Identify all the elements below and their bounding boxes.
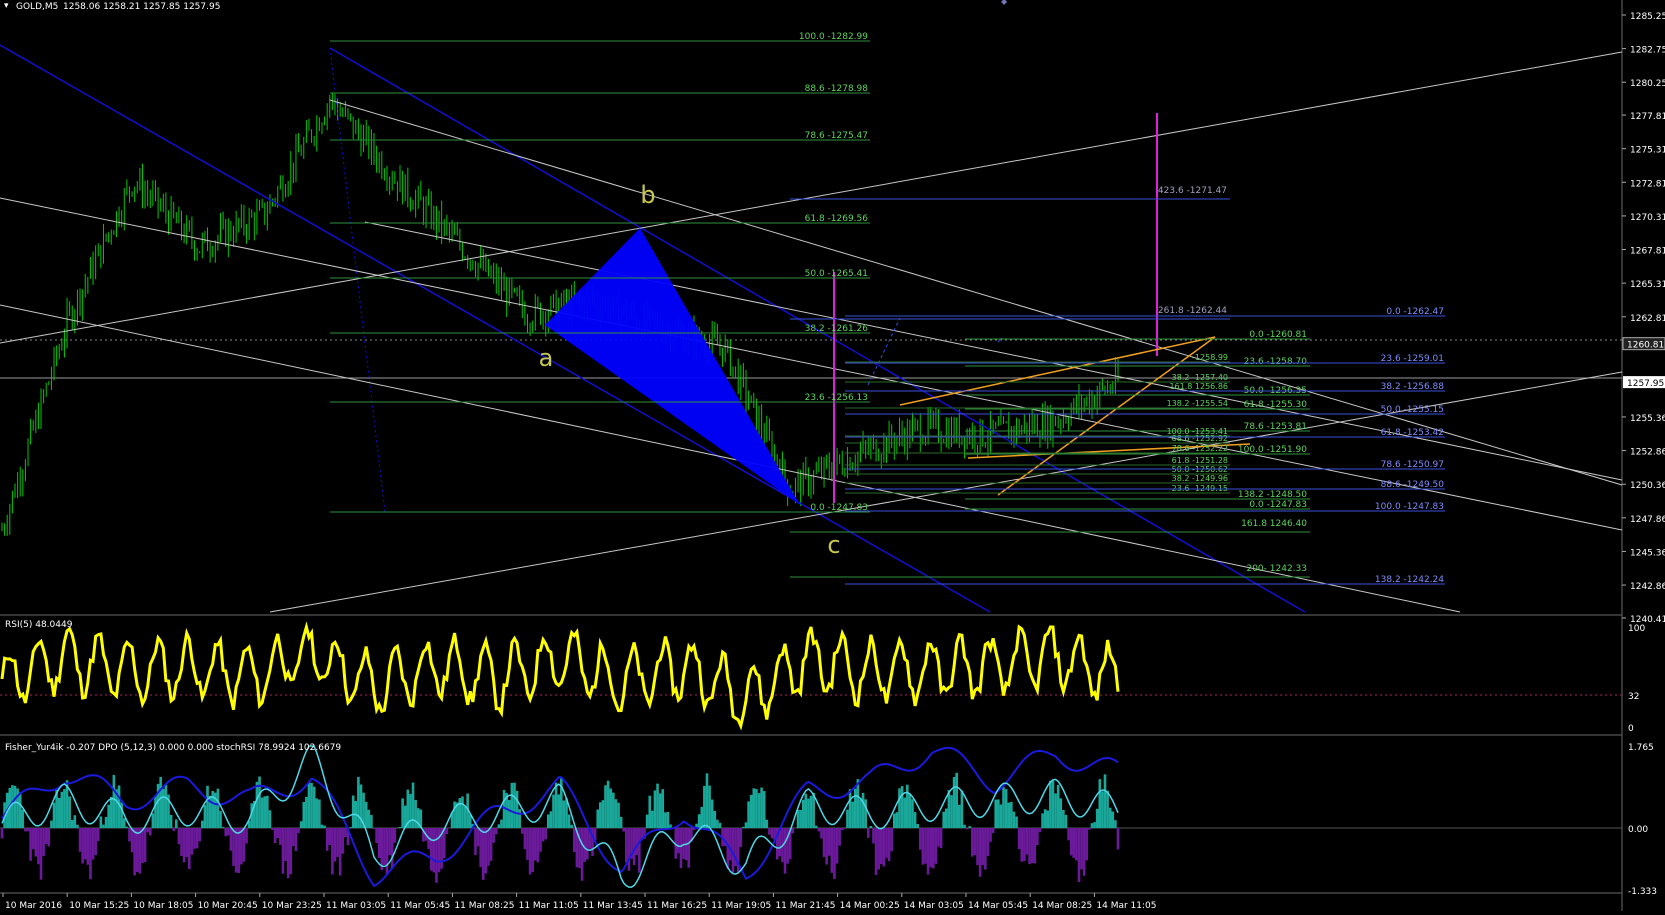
trading-chart-window[interactable]: 100.0 -1282.99 88.6 -1278.98 78.6 -1275.47… [0, 0, 1665, 911]
time-label: 11 Mar 19:05 [711, 901, 771, 911]
price-label: 1265.31 [1630, 280, 1665, 290]
fib-label: 38.2 -1261.26 [805, 324, 869, 334]
time-label: 14 Mar 00:25 [840, 901, 900, 911]
fib-label: 38.2 -1249.96 [1172, 474, 1228, 483]
time-label: 10 Mar 18:05 [133, 901, 193, 911]
fib-label: 0.0 -1247.83 [1249, 500, 1307, 510]
rsi-title: RSI(5) 48.0449 [5, 620, 73, 630]
fib-label: -1258.99 [1192, 353, 1228, 362]
price-label: 1242.86 [1630, 582, 1665, 592]
time-label: 11 Mar 11:05 [519, 901, 579, 911]
fib-label: 23.6 -1256.13 [805, 393, 868, 403]
oscillator-axis-label: 1.765 [1628, 743, 1654, 753]
fib-label: 61.8 -1251.28 [1172, 456, 1228, 465]
fib-label: 261.8 -1262.44 [1158, 306, 1227, 316]
header-arrow-icon: ▾ [4, 1, 9, 11]
price-label: 1270.31 [1630, 213, 1665, 223]
fib-label: 100.0 -1251.90 [1238, 445, 1307, 455]
fib-label: 161.8 1246.40 [1241, 519, 1307, 529]
fib-label: 50.0 -1255.15 [1381, 405, 1444, 415]
time-label: 11 Mar 03:05 [326, 901, 386, 911]
fib-label: 200- 1242.33 [1246, 564, 1307, 574]
time-label: 11 Mar 13:45 [583, 901, 643, 911]
fib-label: 23.6 -1259.01 [1381, 354, 1444, 364]
fib-label: 88.6 -1252.92 [1172, 434, 1228, 443]
ohlc-values: 1258.06 1258.21 1257.85 1257.95 [63, 2, 220, 12]
scroll-marker-icon[interactable]: ◆ [1001, 0, 1008, 6]
fib-label: 161.8 1256.86 [1169, 382, 1228, 391]
price-label: 1260.81 [1627, 341, 1664, 351]
fib-label: 423.6 -1271.47 [1158, 186, 1227, 196]
time-label: 14 Mar 08:25 [1032, 901, 1092, 911]
chart-canvas[interactable]: 100.0 -1282.99 88.6 -1278.98 78.6 -1275.47… [0, 0, 1665, 911]
symbol-label: GOLD,M5 [16, 2, 58, 12]
fib-label: 138.2 -1255.54 [1167, 399, 1228, 408]
price-label: 1275.31 [1630, 146, 1665, 156]
chart-header: ▾ GOLD,M5 1258.06 1258.21 1257.85 1257.9… [4, 1, 220, 12]
fib-label: 61.8 -1253.42 [1381, 428, 1444, 438]
fib-label: 138.2 -1248.50 [1238, 490, 1307, 500]
fib-label: 0.0 -1260.81 [1249, 330, 1307, 340]
time-label: 11 Mar 21:45 [775, 901, 835, 911]
fib-label: 38.2 -1256.88 [1381, 382, 1445, 392]
fib-label: 100.0 -1247.83 [1375, 502, 1444, 512]
oscillator-axis-label: -1.333 [1628, 887, 1657, 897]
fib-label: 138.2 -1242.24 [1375, 575, 1444, 585]
fib-label: 78.6 -1253.81 [1244, 422, 1307, 432]
price-label: 1285.25 [1630, 12, 1665, 22]
price-label: 1267.81 [1630, 247, 1665, 257]
fib-label: 78.6 -1252.22 [1172, 444, 1228, 453]
fib-label: 50.0 -1265.41 [805, 269, 868, 279]
price-label: 1280.25 [1630, 79, 1665, 89]
time-label: 10 Mar 20:45 [198, 901, 258, 911]
fib-label: 61.8 -1255.30 [1244, 400, 1308, 410]
price-label: 1250.36 [1630, 481, 1665, 491]
oscillator-axis-label: 0.00 [1628, 825, 1648, 835]
fib-label: 78.6 -1275.47 [805, 131, 868, 141]
time-label: 11 Mar 05:45 [390, 901, 450, 911]
fib-label: 23.6 -1258.70 [1244, 357, 1308, 367]
oscillator-title: Fisher_Yur4ik -0.207 DPO (5,12,3) 0.000 … [5, 743, 341, 753]
fib-label: 88.6 -1278.98 [805, 84, 869, 94]
fib-label: 61.8 -1269.56 [805, 214, 869, 224]
time-label: 14 Mar 05:45 [968, 901, 1028, 911]
time-label: 11 Mar 08:25 [454, 901, 514, 911]
time-label: 14 Mar 11:05 [1096, 901, 1156, 911]
price-label: 1282.75 [1630, 46, 1665, 56]
price-label: 1272.81 [1630, 179, 1665, 189]
fib-label: 0.0 -1262.47 [1386, 307, 1444, 317]
rsi-axis-label: 100 [1628, 624, 1645, 634]
price-label: 1255.36 [1630, 414, 1665, 424]
rsi-axis-label: 32 [1628, 692, 1639, 702]
rsi-axis-label: 0 [1628, 724, 1634, 734]
price-label: 1257.95 [1627, 379, 1664, 389]
wave-label-b: b [640, 181, 655, 209]
time-label: 10 Mar 2016 [5, 901, 62, 911]
price-label: 1245.36 [1630, 548, 1665, 558]
time-label: 11 Mar 16:25 [647, 901, 707, 911]
fib-label: 78.6 -1250.97 [1381, 460, 1444, 470]
time-label: 10 Mar 23:25 [262, 901, 322, 911]
fib-label: 100.0 -1282.99 [799, 32, 868, 42]
price-label: 1252.86 [1630, 448, 1665, 458]
wave-label-c: c [827, 531, 840, 559]
price-label: 1277.81 [1630, 112, 1665, 122]
fib-label: 88.6 -1249.50 [1381, 480, 1445, 490]
wave-label-a: a [539, 344, 554, 372]
time-label: 10 Mar 15:25 [69, 901, 129, 911]
price-label: 1247.86 [1630, 515, 1665, 525]
fib-label: 38.2 -1257.40 [1172, 373, 1228, 382]
time-label: 14 Mar 03:05 [904, 901, 964, 911]
price-label: 1262.81 [1630, 314, 1665, 324]
